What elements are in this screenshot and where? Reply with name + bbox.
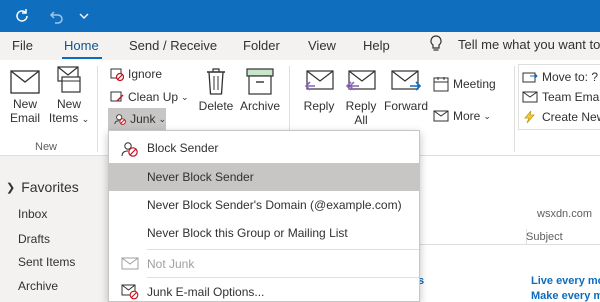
watermark: wsxdn.com — [537, 208, 593, 220]
delete-label: Delete — [198, 99, 234, 113]
menu-item-never-block-group[interactable]: Never Block this Group or Mailing List — [109, 219, 419, 247]
new-items-label-1: New — [56, 97, 81, 111]
tab-file[interactable]: File — [12, 38, 33, 53]
ignore-label: Ignore — [128, 67, 163, 81]
menu-item-not-junk[interactable]: Not Junk — [109, 250, 419, 278]
more-respond-icon — [433, 110, 449, 122]
ribbon-tabs: File Home Send / Receive Folder View Hel… — [0, 32, 600, 60]
new-items-icon — [57, 66, 81, 93]
tell-me-text: Tell me what you want to — [458, 36, 600, 52]
clean-up-label: Clean Up — [128, 90, 179, 104]
active-tab-indicator — [62, 57, 102, 59]
archive-button[interactable]: Archive — [238, 68, 282, 113]
chevron-down-icon: ⌄ — [158, 113, 166, 124]
menu-item-label: Never Block Sender — [147, 170, 254, 184]
quick-step-move-to[interactable]: Move to: ? — [522, 70, 598, 84]
calendar-icon — [433, 77, 449, 92]
archive-label: Archive — [239, 99, 280, 113]
new-items-label-2: Items ⌄ — [48, 111, 90, 125]
tab-folder[interactable]: Folder — [243, 38, 280, 53]
chevron-down-icon: ⌄ — [181, 91, 189, 102]
list-item[interactable]: Make every mo — [531, 290, 600, 302]
new-items-label-2-text: Items — [48, 111, 79, 125]
menu-item-label: Never Block this Group or Mailing List — [147, 226, 348, 240]
team-email-label: Team Email — [542, 90, 600, 104]
junk-button[interactable]: Junk ⌄ — [108, 108, 166, 130]
sync-icon[interactable] — [10, 0, 34, 32]
chevron-down-icon: ⌄ — [483, 110, 491, 121]
menu-item-label: Junk E-mail Options... — [147, 285, 265, 299]
archive-icon — [246, 68, 274, 95]
reply-icon — [304, 70, 334, 91]
menu-item-block-sender[interactable]: Block Sender — [109, 134, 419, 162]
new-items-button[interactable]: New Items ⌄ — [48, 66, 90, 126]
tell-me-box[interactable]: Tell me what you want to — [428, 35, 600, 53]
favorites-header[interactable]: ❯ Favorites — [6, 179, 79, 195]
junk-icon — [114, 114, 126, 125]
menu-item-never-block-sender[interactable]: Never Block Sender — [109, 163, 419, 191]
tab-view[interactable]: View — [308, 38, 336, 53]
reply-label: Reply — [303, 99, 335, 113]
favorites-label: Favorites — [21, 179, 79, 195]
trash-icon — [207, 68, 225, 95]
forward-icon — [391, 70, 422, 91]
list-item[interactable]: Live every mo — [531, 275, 600, 287]
quick-step-create-new[interactable]: Create New — [522, 110, 600, 124]
chevron-down-icon[interactable] — [76, 0, 92, 32]
folder-sent-items[interactable]: Sent Items — [18, 255, 75, 269]
menu-item-label: Never Block Sender's Domain (@example.co… — [147, 198, 402, 212]
ignore-icon — [110, 68, 124, 81]
folder-drafts[interactable]: Drafts — [18, 232, 50, 246]
ribbon-separator — [97, 66, 98, 152]
not-junk-icon — [121, 257, 139, 270]
reply-all-icon — [345, 70, 376, 91]
new-email-button[interactable]: New Email — [6, 70, 44, 125]
more-label: More — [453, 109, 481, 123]
reply-all-label-1: Reply — [345, 99, 377, 113]
clean-up-icon — [110, 91, 124, 102]
create-new-label: Create New — [542, 110, 600, 124]
block-sender-icon — [121, 142, 138, 157]
envelope-icon — [522, 91, 538, 103]
move-to-label: Move to: ? — [542, 70, 599, 84]
ignore-button[interactable]: Ignore — [110, 67, 162, 81]
menu-item-label: Not Junk — [147, 257, 195, 271]
subject-column-header[interactable]: Subject — [526, 231, 563, 243]
junk-dropdown-menu: Block Sender Never Block Sender Never Bl… — [108, 130, 420, 302]
menu-item-label: Block Sender — [147, 141, 219, 155]
move-icon — [522, 72, 538, 83]
tab-home[interactable]: Home — [64, 38, 99, 53]
menu-item-junk-options[interactable]: Junk E-mail Options... — [109, 278, 419, 302]
title-bar — [0, 0, 600, 32]
new-email-label-1: New — [12, 97, 37, 111]
junk-options-icon — [121, 284, 139, 300]
folder-pane: ❯ Favorites Inbox Drafts Sent Items Arch… — [0, 156, 110, 302]
lightning-icon — [524, 110, 535, 124]
reply-button[interactable]: Reply — [300, 70, 338, 113]
tab-help[interactable]: Help — [363, 38, 390, 53]
more-button[interactable]: More ⌄ — [433, 108, 491, 124]
tab-send-receive[interactable]: Send / Receive — [129, 38, 217, 53]
lightbulb-icon — [430, 35, 442, 51]
clean-up-button[interactable]: Clean Up ⌄ — [110, 90, 189, 104]
meeting-button[interactable]: Meeting — [433, 76, 496, 92]
forward-label: Forward — [384, 99, 429, 113]
envelope-icon — [10, 70, 40, 94]
group-label-new: New — [35, 141, 58, 153]
ribbon-separator — [514, 66, 515, 152]
chevron-down-icon: ❯ — [6, 181, 16, 194]
folder-inbox[interactable]: Inbox — [18, 207, 47, 221]
folder-archive[interactable]: Archive — [18, 279, 58, 293]
forward-button[interactable]: Forward — [384, 70, 428, 113]
menu-item-never-block-domain[interactable]: Never Block Sender's Domain (@example.co… — [109, 191, 419, 219]
junk-label: Junk — [130, 112, 156, 126]
delete-button[interactable]: Delete — [197, 66, 235, 113]
new-email-label-2: Email — [9, 111, 40, 125]
quick-step-team-email[interactable]: Team Email — [522, 90, 600, 104]
meeting-label: Meeting — [453, 77, 496, 91]
reply-all-label-2: All — [354, 113, 368, 127]
reply-all-button[interactable]: Reply All — [342, 70, 380, 127]
undo-icon[interactable] — [44, 0, 68, 32]
